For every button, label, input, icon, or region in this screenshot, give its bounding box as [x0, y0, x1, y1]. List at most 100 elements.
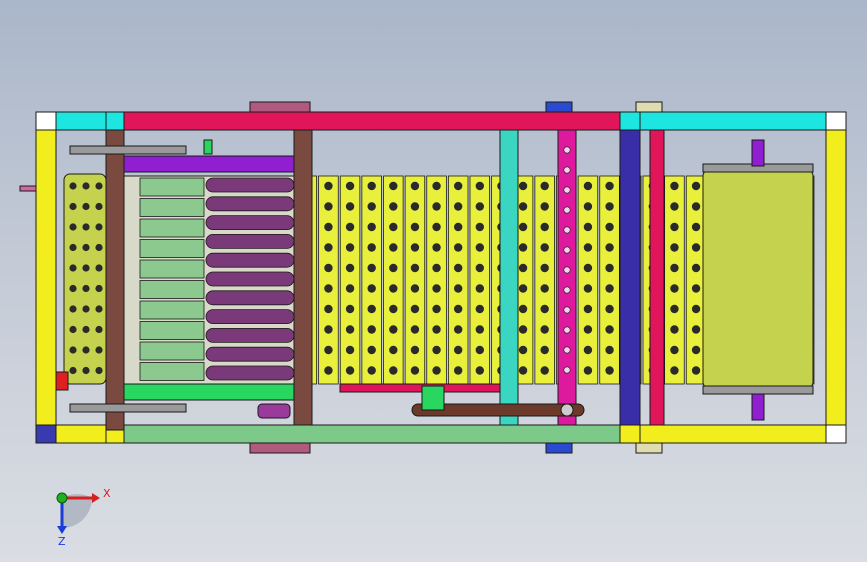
- bottom-violet-hub: [257, 403, 291, 419]
- drum-hole: [69, 243, 77, 252]
- drum-hole: [69, 284, 77, 293]
- bottom-green-rail: [123, 424, 621, 444]
- green-plate: [139, 198, 205, 217]
- bar-hole: [563, 346, 571, 354]
- slat-hole: [367, 325, 376, 334]
- z-axis-head: [57, 526, 67, 534]
- purple-roller: [205, 215, 295, 231]
- right-shaft-top: [751, 139, 765, 167]
- drum-hole: [82, 284, 90, 293]
- drum-hole: [82, 264, 90, 272]
- drum-hole: [82, 325, 90, 334]
- slat-hole: [475, 202, 485, 211]
- corner-block-tr: [825, 111, 847, 131]
- link-pivot: [560, 403, 574, 417]
- slat-hole: [475, 181, 485, 191]
- pink-pin: [19, 185, 37, 192]
- drum-hole: [82, 182, 90, 190]
- slat-hole: [540, 325, 549, 334]
- drum-hole: [69, 305, 77, 313]
- green-plate: [139, 280, 205, 299]
- slat-hole: [432, 243, 441, 252]
- slat-hole: [583, 284, 593, 293]
- slat-hole: [389, 243, 398, 252]
- purple-roller: [205, 346, 295, 362]
- bar-hole: [563, 226, 571, 234]
- drum-hole: [95, 182, 103, 190]
- bottom-chain: [69, 403, 187, 413]
- slat-hole: [670, 181, 679, 191]
- slat-hole: [691, 202, 701, 211]
- purple-roller-stack: [205, 177, 295, 381]
- slat-hole: [324, 202, 333, 211]
- cad-viewport[interactable]: X Z: [0, 0, 867, 562]
- drum-hole: [82, 305, 90, 313]
- slat-hole: [367, 284, 376, 293]
- z-axis-label: Z: [58, 535, 66, 548]
- slat-hole: [605, 345, 614, 355]
- green-plate: [139, 362, 205, 381]
- slat-hole: [691, 284, 701, 293]
- drum-hole: [95, 325, 103, 334]
- bar-hole: [563, 266, 571, 274]
- green-plate: [139, 177, 205, 197]
- slat-hole: [518, 304, 528, 314]
- slat-hole: [345, 325, 355, 334]
- slat-hole: [518, 243, 528, 252]
- slat-hole: [518, 263, 528, 273]
- top-left-cyan-rail: [55, 111, 107, 131]
- bar-hole: [563, 326, 571, 334]
- slat-hole: [453, 284, 463, 293]
- corner-block-bl: [35, 424, 57, 444]
- slat-hole: [389, 304, 398, 314]
- purple-roller: [205, 290, 295, 306]
- slat-hole: [475, 325, 485, 334]
- slat-hole: [670, 325, 679, 334]
- x-axis-head: [92, 493, 100, 503]
- mid-brown-post: [293, 129, 313, 426]
- slat-hole: [670, 222, 679, 232]
- slat-hole: [367, 263, 376, 273]
- purple-roller: [205, 309, 295, 325]
- slat-hole: [345, 304, 355, 314]
- slat-hole: [410, 202, 420, 211]
- drum-hole: [95, 346, 103, 354]
- drum-hole: [82, 202, 90, 211]
- slat-hole: [410, 181, 420, 191]
- slat-hole: [453, 181, 463, 191]
- drum-hole: [69, 182, 77, 190]
- slat-hole: [324, 345, 333, 355]
- slat-hole: [367, 345, 376, 355]
- slat-hole: [670, 366, 679, 375]
- green-bottom-bar: [123, 383, 295, 401]
- slat-hole: [691, 181, 701, 191]
- top-red-rail: [123, 111, 621, 131]
- slat-hole: [389, 366, 398, 375]
- slat-hole: [453, 263, 463, 273]
- bottom-left-yellow-rail: [55, 424, 107, 444]
- slat-hole: [605, 181, 614, 191]
- slat-hole: [324, 366, 333, 375]
- drum-hole: [95, 264, 103, 272]
- slat-hole: [432, 202, 441, 211]
- bar-hole: [563, 366, 571, 374]
- drum-hole: [95, 223, 103, 231]
- slat-hole: [453, 304, 463, 314]
- drum-hole: [95, 305, 103, 313]
- drum-hole: [82, 366, 90, 375]
- y-axis-dot: [56, 492, 68, 504]
- slat-hole: [540, 222, 549, 232]
- slat-hole: [583, 304, 593, 314]
- slat-hole: [432, 263, 441, 273]
- drum-hole: [69, 325, 77, 334]
- slat-hole: [605, 304, 614, 314]
- slat-hole: [518, 366, 528, 375]
- slat-hole: [670, 345, 679, 355]
- green-plate: [139, 300, 205, 320]
- drum-hole: [95, 284, 103, 293]
- green-plate: [139, 239, 205, 258]
- drum-hole: [82, 346, 90, 354]
- slat-hole: [518, 284, 528, 293]
- slat-hole: [453, 243, 463, 252]
- slat-hole: [389, 345, 398, 355]
